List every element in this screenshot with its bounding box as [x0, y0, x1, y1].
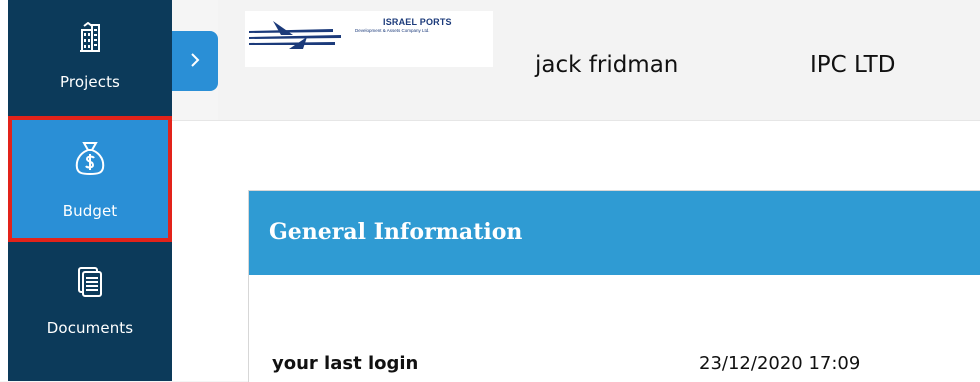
sidebar: Projects Budget Documents	[8, 0, 172, 381]
sidebar-item-label: Projects	[60, 73, 120, 91]
user-name: jack fridman	[535, 52, 679, 78]
sidebar-item-projects[interactable]: Projects	[8, 0, 172, 112]
logo-subtitle: Development & Assets Company Ltd.	[355, 28, 430, 33]
documents-icon	[77, 266, 103, 302]
last-login-label: your last login	[272, 353, 419, 374]
card-title: General Information	[269, 219, 523, 245]
logo-title: ISRAEL PORTS	[383, 17, 452, 27]
sidebar-item-label: Documents	[46, 319, 134, 337]
money-bag-icon	[74, 140, 106, 180]
company-name: IPC LTD	[810, 52, 896, 78]
sidebar-item-documents[interactable]: Documents	[8, 244, 172, 364]
company-logo: ISRAEL PORTS Development & Assets Compan…	[245, 11, 493, 67]
sidebar-toggle-button[interactable]	[172, 31, 218, 91]
last-login-value: 23/12/2020 17:09	[699, 353, 861, 374]
building-icon	[78, 21, 102, 56]
sidebar-item-label: Budget	[62, 202, 118, 220]
card-header: General Information	[249, 191, 980, 275]
left-edge	[0, 0, 8, 381]
chevron-right-icon	[190, 52, 200, 71]
sidebar-item-budget[interactable]: Budget	[8, 116, 172, 242]
general-information-card: General Information your last login 23/1…	[248, 190, 980, 382]
